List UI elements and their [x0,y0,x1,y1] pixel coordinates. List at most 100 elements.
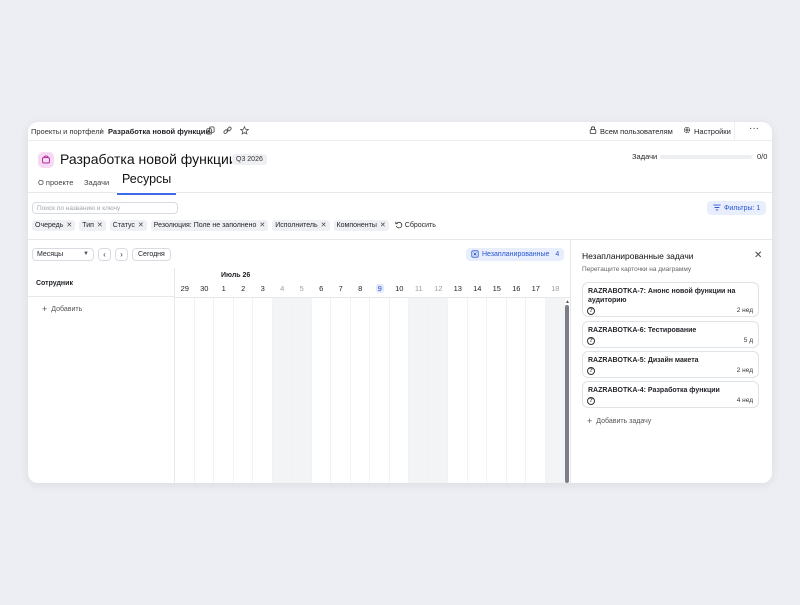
add-task-button[interactable]: + Добавить задачу [587,416,651,426]
day-column[interactable] [545,298,565,483]
filter-chip-label: Статус [112,222,135,229]
task-card-duration: 2 нед [736,367,753,374]
unplanned-toggle-button[interactable]: Незапланированные 4 [466,248,565,261]
close-icon[interactable]: ✕ [321,220,327,231]
day-column[interactable] [448,298,468,483]
next-period-button[interactable]: › [115,248,128,261]
settings-button[interactable]: Настройки [683,126,731,136]
tab-about[interactable]: О проекте [38,178,73,187]
more-menu-button[interactable]: ··· [744,124,764,138]
day-number: 29 [180,284,189,293]
reset-icon [395,221,403,231]
day-column[interactable] [428,298,448,483]
reset-filters-button[interactable]: Сбросить [395,221,436,231]
close-icon[interactable]: ✕ [754,250,762,261]
chevron-left-icon: ‹ [103,250,106,259]
filter-chips: Очередь ✕ Тип ✕ Статус ✕ Резолюция: Поле не… [32,220,436,231]
day-column[interactable] [468,298,487,483]
tab-resources[interactable]: Ресурсы [117,169,177,195]
unplanned-icon [471,249,479,260]
filter-chip-queue[interactable]: Очередь ✕ [32,220,76,231]
task-card-title: RAZRABOTKA-7: Анонс новой функции на ауд… [588,288,736,304]
app-window: Проекты и портфели / Разработка новой фу… [28,122,772,483]
day-number: 30 [200,284,209,293]
task-card[interactable]: RAZRABOTKA-6: Тестирование ? 5 д [582,321,759,348]
day-number: 15 [492,284,501,293]
breadcrumb-parent[interactable]: Проекты и портфели [31,127,104,136]
day-column[interactable] [507,298,526,483]
day-column[interactable] [253,298,273,483]
panel-subtitle: Перетащите карточки на диаграмму [582,266,692,273]
task-card-duration: 2 нед [736,307,753,314]
close-icon[interactable]: ✕ [138,220,144,231]
day-column[interactable] [175,298,195,483]
unplanned-label: Незапланированные [482,251,550,258]
scale-select-value: Месяцы [37,251,64,258]
day-number: 9 [375,284,384,293]
day-column[interactable] [214,298,234,483]
task-card[interactable]: RAZRABOTKA-4: Разработка функции ? 4 нед [582,381,759,408]
today-button[interactable]: Сегодня [132,248,171,261]
filter-chip-type[interactable]: Тип ✕ [79,220,106,231]
day-column[interactable] [351,298,370,483]
day-column[interactable] [370,298,390,483]
day-number: 3 [260,284,265,293]
users-visibility-button[interactable]: Всем пользователям [589,126,673,136]
tasks-progress-count: 0/0 [757,152,768,161]
day-column[interactable] [312,298,331,483]
day-number: 2 [241,284,246,293]
filter-chip-status[interactable]: Статус ✕ [109,220,147,231]
day-number: 4 [280,284,285,293]
tab-tasks[interactable]: Задачи [84,178,109,187]
scale-select[interactable]: Месяцы ▼ [32,248,94,261]
prev-period-button[interactable]: ‹ [98,248,111,261]
day-number: 11 [414,284,423,293]
day-label: 30 [195,284,215,293]
task-card[interactable]: RAZRABOTKA-5: Дизайн макета ? 2 нед [582,351,759,378]
question-icon: ? [587,397,595,405]
breadcrumb-current: Разработка новой функции [108,127,211,136]
day-column[interactable] [292,298,312,483]
filter-chip-assignee[interactable]: Исполнитель ✕ [272,220,330,231]
close-icon[interactable]: ✕ [259,220,265,231]
day-column[interactable] [234,298,253,483]
filters-button[interactable]: Фильтры: 1 [707,201,767,215]
day-label: 10 [390,284,410,293]
close-icon[interactable]: ✕ [380,220,386,231]
task-card[interactable]: RAZRABOTKA-7: Анонс новой функции на ауд… [582,282,759,317]
day-number: 17 [531,284,540,293]
users-visibility-label: Всем пользователям [600,126,673,136]
unplanned-count: 4 [555,251,560,258]
filter-chip-resolution[interactable]: Резолюция: Поле не заполнено ✕ [150,220,269,231]
add-employee-button[interactable]: + Добавить [42,304,82,314]
day-label: 14 [468,284,488,293]
filter-chip-label: Тип [82,222,94,229]
task-card-title: RAZRABOTKA-6: Тестирование [588,327,697,334]
topbar-divider [734,122,735,141]
close-icon[interactable]: ✕ [97,220,103,231]
star-icon[interactable] [239,125,250,137]
search-input[interactable] [32,202,178,214]
day-number: 7 [338,284,343,293]
day-column[interactable] [487,298,507,483]
vertical-scrollbar[interactable] [565,305,569,483]
day-number: 13 [453,284,462,293]
day-number: 6 [319,284,324,293]
day-column[interactable] [390,298,409,483]
day-number: 18 [551,284,560,293]
day-number: 14 [473,284,482,293]
day-column[interactable] [331,298,351,483]
day-column[interactable] [526,298,546,483]
day-column[interactable] [195,298,214,483]
gantt-grid[interactable] [175,298,565,483]
question-icon: ? [587,337,595,345]
day-column[interactable] [272,298,292,483]
link-icon[interactable] [222,126,233,137]
quarter-badge[interactable]: Q3 2026 [232,154,267,165]
filter-chip-components[interactable]: Компоненты ✕ [333,220,389,231]
day-column[interactable] [409,298,429,483]
day-label: 29 [175,284,195,293]
close-icon[interactable]: ✕ [66,220,72,231]
day-label: 15 [487,284,507,293]
copy-icon[interactable] [205,126,216,137]
